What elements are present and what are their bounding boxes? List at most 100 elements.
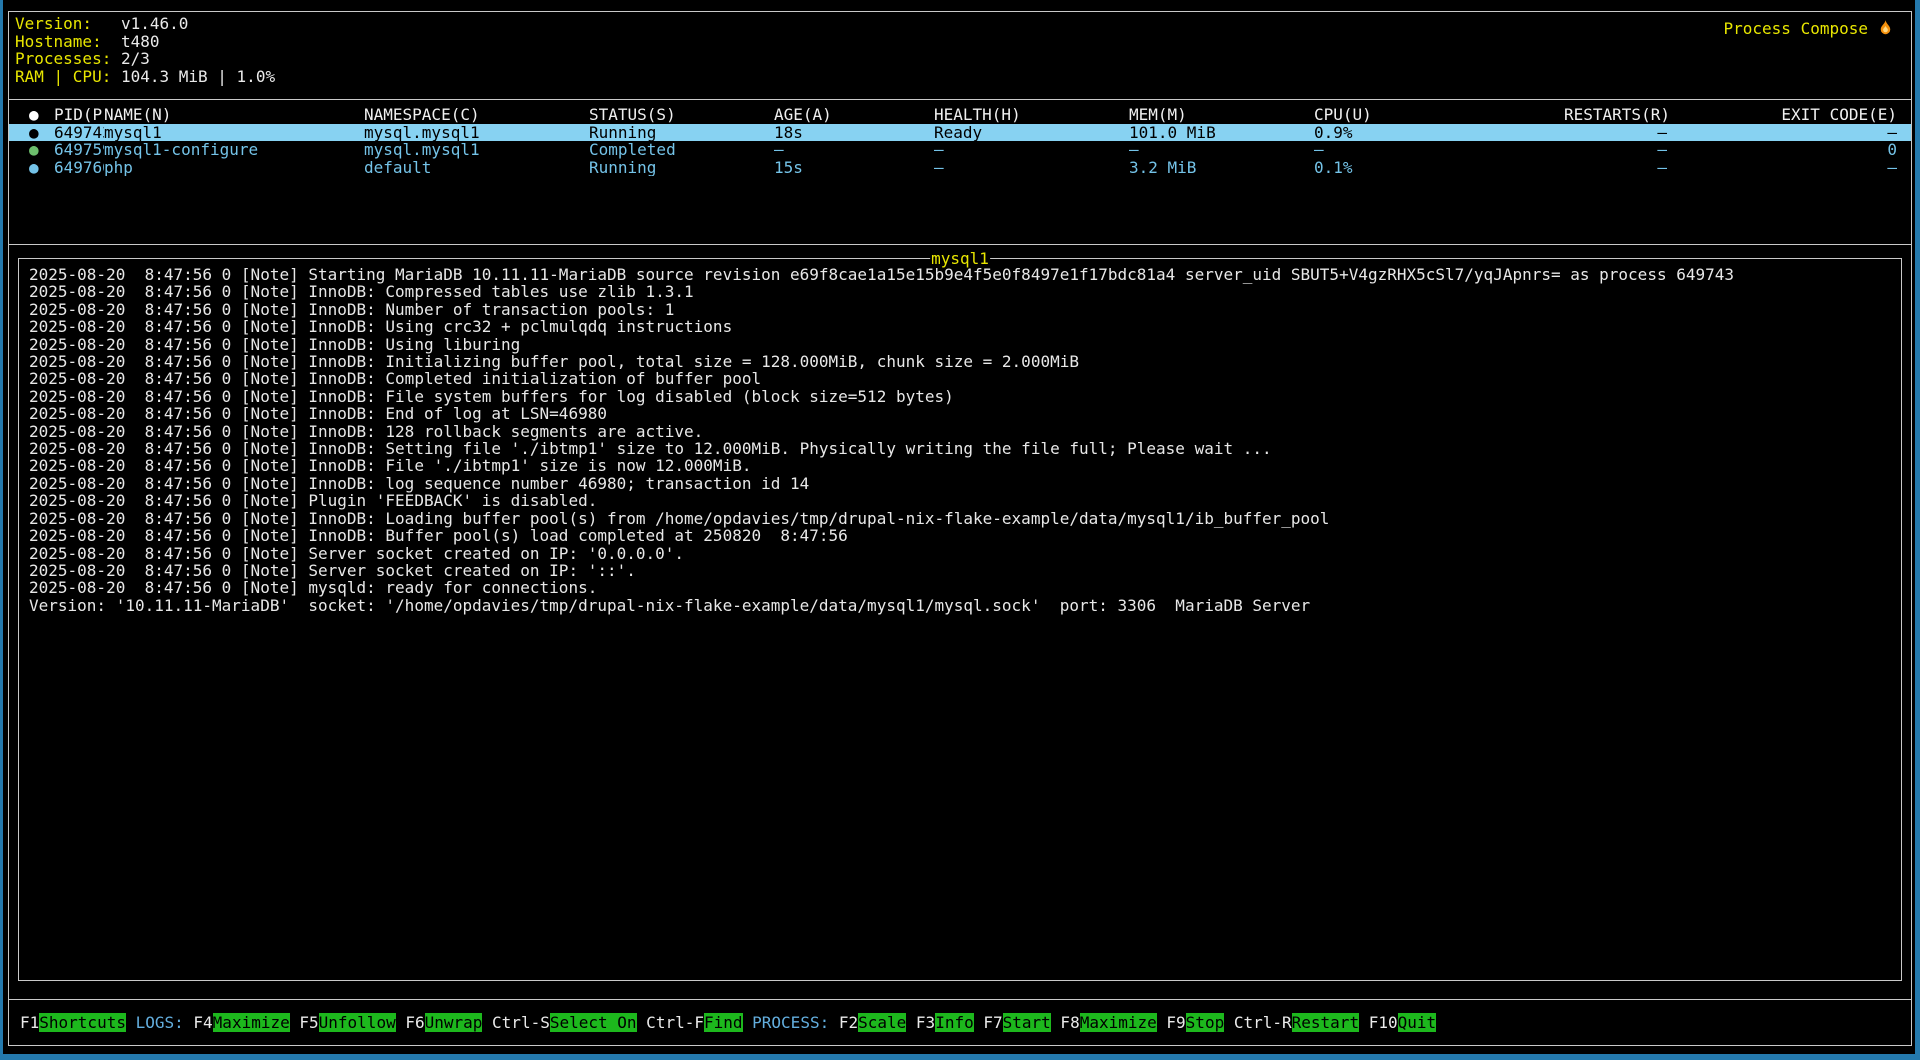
help-item[interactable]: F10 xyxy=(1359,1013,1398,1032)
col-exit-code: EXIT CODE(E) xyxy=(1667,106,1897,124)
status-bullet-icon: ● xyxy=(29,141,54,159)
help-item[interactable]: Find xyxy=(704,1013,743,1032)
cell-mem: 101.0 MiB xyxy=(1129,124,1314,142)
log-line: 2025-08-20 8:47:56 0 [Note] InnoDB: log … xyxy=(29,475,1891,492)
cell-name: mysql1-configure xyxy=(104,141,364,159)
cell-pid: 649759 xyxy=(54,141,104,159)
process-row[interactable]: ● 649743 mysql1 mysql.mysql1 Running 18s… xyxy=(9,124,1911,142)
col-mem: MEM(M) xyxy=(1129,106,1314,124)
stats-label: Hostname: xyxy=(15,33,121,51)
help-item[interactable]: F2 xyxy=(839,1013,858,1032)
stats-line: Processes:2/3 xyxy=(15,50,1905,68)
help-item[interactable]: Unwrap xyxy=(425,1013,483,1032)
col-status: STATUS(S) xyxy=(589,106,774,124)
log-line: 2025-08-20 8:47:56 0 [Note] Server socke… xyxy=(29,545,1891,562)
help-item[interactable]: F1 xyxy=(20,1013,39,1032)
cell-age: – xyxy=(774,141,934,159)
process-table: ● PID(P) NAME(N) NAMESPACE(C) STATUS(S) … xyxy=(9,101,1911,245)
help-item[interactable]: Select On xyxy=(550,1013,637,1032)
help-item[interactable]: F5 xyxy=(290,1013,319,1032)
log-line: 2025-08-20 8:47:56 0 [Note] InnoDB: End … xyxy=(29,405,1891,422)
cell-status: Completed xyxy=(589,141,774,159)
log-line: 2025-08-20 8:47:56 0 [Note] InnoDB: Numb… xyxy=(29,301,1891,318)
col-restarts: RESTARTS(R) xyxy=(1564,106,1667,124)
process-row[interactable]: ● 649759 mysql1-configure mysql.mysql1 C… xyxy=(9,141,1911,159)
log-line: 2025-08-20 8:47:56 0 [Note] Starting Mar… xyxy=(29,266,1891,283)
cell-health: Ready xyxy=(934,124,1129,142)
log-line: 2025-08-20 8:47:56 0 [Note] InnoDB: 128 … xyxy=(29,423,1891,440)
cell-pid: 649760 xyxy=(54,159,104,177)
help-item[interactable]: Ctrl-R xyxy=(1224,1013,1291,1032)
help-item[interactable]: PROCESS: xyxy=(743,1013,839,1032)
help-bar: F1 Shortcuts LOGS: F4 Maximize F5 Unfoll… xyxy=(9,999,1911,1045)
stats-line: RAM | CPU:104.3 MiB | 1.0% xyxy=(15,68,1905,86)
status-bullet-icon: ● xyxy=(29,159,54,177)
log-line: 2025-08-20 8:47:56 0 [Note] InnoDB: Sett… xyxy=(29,440,1891,457)
log-line: 2025-08-20 8:47:56 0 [Note] InnoDB: Usin… xyxy=(29,318,1891,335)
stats-list: Version:v1.46.0 Hostname:t480 Processes:… xyxy=(15,15,1905,85)
cell-name: php xyxy=(104,159,364,177)
flame-icon xyxy=(1876,19,1895,38)
header-bullet-icon: ● xyxy=(29,106,54,124)
cell-restarts: – xyxy=(1564,159,1667,177)
help-item[interactable]: Ctrl-S xyxy=(482,1013,549,1032)
stats-line: Version:v1.46.0 xyxy=(15,15,1905,33)
cell-namespace: mysql.mysql1 xyxy=(364,141,589,159)
help-item[interactable]: Maximize xyxy=(213,1013,290,1032)
col-pid: PID(P) xyxy=(54,106,104,124)
cell-age: 15s xyxy=(774,159,934,177)
log-line: 2025-08-20 8:47:56 0 [Note] Plugin 'FEED… xyxy=(29,492,1891,509)
logs-section: mysql1 2025-08-20 8:47:56 0 [Note] Start… xyxy=(9,246,1911,999)
cell-exit-code: – xyxy=(1667,124,1897,142)
cell-cpu: – xyxy=(1314,141,1564,159)
col-health: HEALTH(H) xyxy=(934,106,1129,124)
cell-restarts: – xyxy=(1564,141,1667,159)
help-item[interactable]: F4 xyxy=(193,1013,212,1032)
app-title: Process Compose xyxy=(1724,19,1896,38)
cell-health: – xyxy=(934,141,1129,159)
help-item[interactable]: F6 xyxy=(396,1013,425,1032)
help-item[interactable]: Maximize xyxy=(1080,1013,1157,1032)
log-line: 2025-08-20 8:47:56 0 [Note] InnoDB: File… xyxy=(29,457,1891,474)
col-age: AGE(A) xyxy=(774,106,934,124)
cell-pid: 649743 xyxy=(54,124,104,142)
help-item[interactable]: Scale xyxy=(858,1013,906,1032)
cell-cpu: 0.1% xyxy=(1314,159,1564,177)
help-item[interactable]: F3 xyxy=(906,1013,935,1032)
help-item[interactable]: Stop xyxy=(1186,1013,1225,1032)
cell-exit-code: 0 xyxy=(1667,141,1897,159)
log-line: 2025-08-20 8:47:56 0 [Note] Server socke… xyxy=(29,562,1891,579)
help-item[interactable]: Info xyxy=(935,1013,974,1032)
log-panel-title: mysql1 xyxy=(930,249,990,268)
stats-panel: Version:v1.46.0 Hostname:t480 Processes:… xyxy=(9,12,1911,100)
log-panel[interactable]: mysql1 2025-08-20 8:47:56 0 [Note] Start… xyxy=(18,258,1902,981)
cell-health: – xyxy=(934,159,1129,177)
col-name: NAME(N) xyxy=(104,106,364,124)
cell-status: Running xyxy=(589,124,774,142)
process-row[interactable]: ● 649760 php default Running 15s – 3.2 M… xyxy=(9,159,1911,177)
help-item[interactable]: Ctrl-F xyxy=(637,1013,704,1032)
log-line: 2025-08-20 8:47:56 0 [Note] mysqld: read… xyxy=(29,579,1891,596)
help-item[interactable]: Start xyxy=(1003,1013,1051,1032)
cell-mem: – xyxy=(1129,141,1314,159)
cell-namespace: mysql.mysql1 xyxy=(364,124,589,142)
cell-age: 18s xyxy=(774,124,934,142)
log-line: 2025-08-20 8:47:56 0 [Note] InnoDB: Init… xyxy=(29,353,1891,370)
log-line: Version: '10.11.11-MariaDB' socket: '/ho… xyxy=(29,597,1891,614)
help-item[interactable]: F7 xyxy=(974,1013,1003,1032)
log-line: 2025-08-20 8:47:56 0 [Note] InnoDB: Load… xyxy=(29,510,1891,527)
cell-namespace: default xyxy=(364,159,589,177)
help-item[interactable]: Restart xyxy=(1292,1013,1359,1032)
terminal-screen: Version:v1.46.0 Hostname:t480 Processes:… xyxy=(3,0,1915,1054)
help-item[interactable]: F9 xyxy=(1157,1013,1186,1032)
help-item[interactable]: LOGS: xyxy=(126,1013,193,1032)
help-item[interactable]: F8 xyxy=(1051,1013,1080,1032)
help-item[interactable]: Shortcuts xyxy=(39,1013,126,1032)
log-line: 2025-08-20 8:47:56 0 [Note] InnoDB: Comp… xyxy=(29,370,1891,387)
help-item[interactable]: Unfollow xyxy=(319,1013,396,1032)
col-namespace: NAMESPACE(C) xyxy=(364,106,589,124)
col-cpu: CPU(U) xyxy=(1314,106,1564,124)
help-item[interactable]: Quit xyxy=(1398,1013,1437,1032)
stats-label: Processes: xyxy=(15,50,121,68)
cell-status: Running xyxy=(589,159,774,177)
